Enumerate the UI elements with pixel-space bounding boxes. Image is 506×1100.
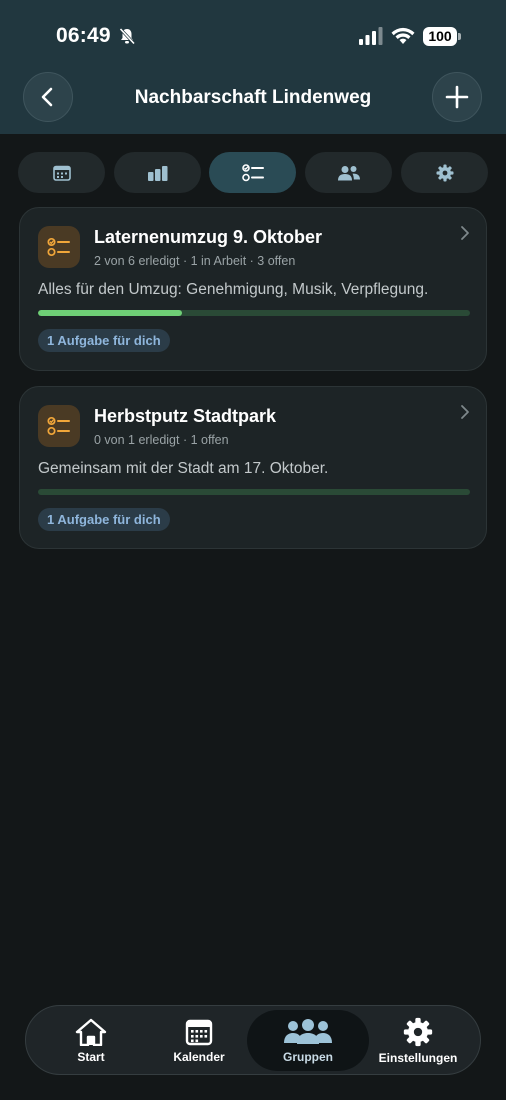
nav-settings[interactable]: Einstellungen [362, 1010, 474, 1071]
progress-bar [38, 489, 470, 495]
nav-start[interactable]: Start [32, 1010, 150, 1071]
nav-groups[interactable]: Gruppen [247, 1010, 369, 1071]
status-time: 06:49 [56, 24, 111, 47]
battery-indicator: 100 [423, 27, 457, 46]
card-icon [38, 226, 80, 268]
chevron-right-icon [461, 226, 469, 240]
groups-icon [284, 1018, 332, 1044]
nav-label: Kalender [173, 1049, 225, 1064]
assigned-tasks-badge: 1 Aufgabe für dich [38, 508, 170, 531]
card-title: Laternenumzug 9. Oktober [94, 227, 323, 247]
add-button[interactable] [432, 72, 482, 122]
signal-icon [359, 27, 383, 45]
wifi-icon [391, 27, 415, 44]
bar-chart-icon [147, 165, 167, 181]
card-description: Gemeinsam mit der Stadt am 17. Oktober. [38, 460, 329, 477]
home-icon [75, 1018, 107, 1046]
nav-label: Gruppen [283, 1049, 333, 1064]
page-title: Nachbarschaft Lindenweg [134, 87, 372, 108]
card-subtitle: 2 von 6 erledigt · 1 in Arbeit · 3 offen [94, 254, 296, 268]
group-tab-bar [18, 152, 488, 194]
top-header: 06:49 100 Nachbarschaft Lindenweg [0, 0, 506, 134]
back-button[interactable] [23, 72, 73, 122]
card-subtitle: 0 von 1 erledigt · 1 offen [94, 433, 229, 447]
chevron-left-icon [41, 87, 53, 107]
checklist-icon [241, 163, 264, 181]
checklist-icon [47, 237, 70, 257]
people-icon [337, 165, 360, 180]
nav-calendar[interactable]: Kalender [142, 1010, 256, 1071]
card-title: Herbstputz Stadtpark [94, 406, 277, 426]
tab-settings[interactable] [401, 152, 488, 193]
gear-icon [436, 164, 453, 181]
task-group-card[interactable]: Herbstputz Stadtpark 0 von 1 erledigt · … [19, 386, 487, 549]
checklist-icon [47, 416, 70, 436]
plus-icon [445, 85, 469, 109]
calendar-icon [52, 165, 71, 181]
nav-label: Start [77, 1049, 105, 1064]
chevron-right-icon [461, 405, 469, 419]
tab-members[interactable] [305, 152, 392, 193]
nav-label: Einstellungen [378, 1050, 458, 1065]
tab-tasks[interactable] [209, 152, 296, 193]
tab-statistics[interactable] [114, 152, 201, 193]
bell-off-icon [119, 27, 136, 45]
progress-fill [38, 310, 182, 316]
battery-tip [458, 33, 461, 40]
bottom-nav: Start Kalender Gruppen Einstellungen [25, 1005, 481, 1075]
assigned-tasks-badge: 1 Aufgabe für dich [38, 329, 170, 352]
status-bar: 06:49 100 [0, 0, 506, 70]
progress-bar [38, 310, 470, 316]
card-icon [38, 405, 80, 447]
tab-calendar[interactable] [18, 152, 105, 193]
gear-icon [403, 1017, 433, 1046]
card-description: Alles für den Umzug: Genehmigung, Musik,… [38, 281, 429, 298]
task-group-card[interactable]: Laternenumzug 9. Oktober 2 von 6 erledig… [19, 207, 487, 371]
calendar-icon [185, 1019, 213, 1045]
